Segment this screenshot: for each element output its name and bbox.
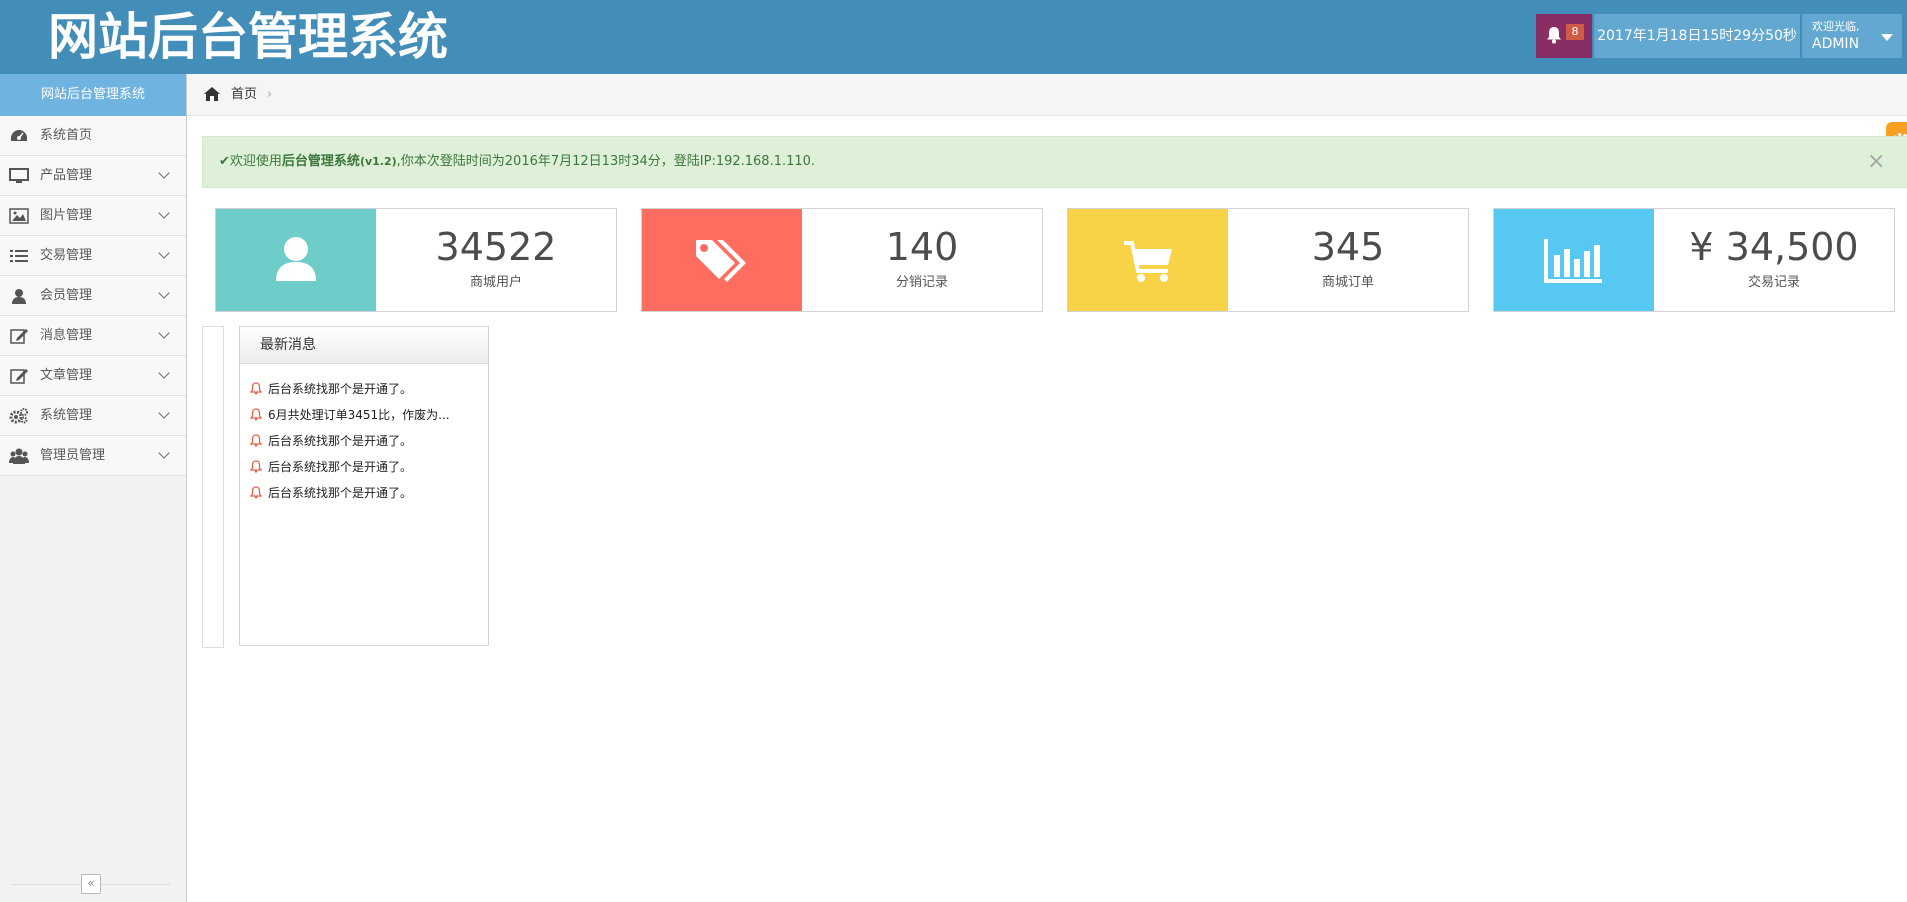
panel-title: 最新消息: [240, 327, 488, 364]
message-text: 后台系统找那个是开通了。: [268, 486, 413, 500]
tags-icon: [696, 240, 746, 282]
user-menu[interactable]: 欢迎光临, ADMIN: [1802, 14, 1902, 58]
breadcrumb-separator: ›: [267, 87, 273, 102]
sidebar-item-admins[interactable]: 管理员管理: [0, 436, 186, 476]
current-datetime: 2017年1月18日15时29分50秒: [1594, 14, 1800, 58]
sidebar-item-messages[interactable]: 消息管理: [0, 316, 186, 356]
alert-prefix: 欢迎使用: [229, 154, 282, 169]
user-icon: [12, 289, 26, 304]
user-icon: [276, 237, 316, 281]
sidebar-item-label: 会员管理: [40, 288, 93, 303]
sidebar-item-products[interactable]: 产品管理: [0, 156, 186, 196]
check-icon: ✔: [219, 154, 230, 169]
notifications-button[interactable]: 8: [1536, 14, 1592, 58]
list-icon: [10, 250, 28, 262]
group-icon: [9, 448, 29, 464]
edit-icon: [10, 329, 28, 344]
stat-icon-box: [1494, 209, 1654, 311]
stat-label: 分销记录: [895, 275, 948, 290]
sidebar-item-dashboard[interactable]: 系统首页: [0, 116, 186, 156]
site-logo[interactable]: 网站后台管理系统: [48, 6, 448, 68]
alert-message: ✔欢迎使用后台管理系统(v1.2),你本次登陆时间为2016年7月12日13时3…: [219, 137, 815, 187]
chevron-down-icon: [158, 447, 170, 459]
sidebar-item-label: 图片管理: [40, 208, 93, 223]
close-icon[interactable]: ×: [1867, 137, 1885, 187]
sidebar-item-label: 交易管理: [40, 248, 93, 263]
welcome-text: 欢迎光临,: [1812, 20, 1860, 33]
username: ADMIN: [1812, 36, 1860, 52]
stat-value: 345: [1311, 225, 1385, 269]
message-text: 6月共处理订单3451比，作废为...: [268, 408, 450, 422]
side-panel-strip: [202, 326, 224, 648]
sidebar-item-label: 管理员管理: [40, 448, 106, 463]
breadcrumb: 首页 ›: [187, 74, 1907, 116]
stat-label: 交易记录: [1747, 275, 1800, 290]
message-text: 后台系统找那个是开通了。: [268, 460, 413, 474]
message-item[interactable]: 后台系统找那个是开通了。: [250, 376, 488, 402]
cogs-icon: [9, 408, 28, 424]
caret-down-icon: [1881, 34, 1893, 41]
stat-card-orders[interactable]: 345 商城订单: [1067, 208, 1469, 312]
bell-icon: [250, 460, 262, 473]
bell-icon: [250, 486, 262, 499]
message-item[interactable]: 后台系统找那个是开通了。: [250, 428, 488, 454]
stat-label: 商城用户: [469, 275, 522, 290]
stat-card-users[interactable]: 34522 商城用户: [215, 208, 617, 312]
breadcrumb-home-link[interactable]: 首页: [231, 74, 257, 115]
welcome-alert: ✔欢迎使用后台管理系统(v1.2),你本次登陆时间为2016年7月12日13时3…: [202, 136, 1907, 188]
chevron-down-icon: [158, 167, 170, 179]
message-item[interactable]: 后台系统找那个是开通了。: [250, 480, 488, 506]
bell-icon: [250, 382, 262, 395]
chevron-down-icon: [158, 247, 170, 259]
top-navbar: 网站后台管理系统 8 2017年1月18日15时29分50秒 欢迎光临, ADM…: [0, 0, 1907, 74]
message-text: 后台系统找那个是开通了。: [268, 382, 413, 396]
sidebar-item-label: 消息管理: [40, 328, 93, 343]
sidebar-item-articles[interactable]: 文章管理: [0, 356, 186, 396]
sidebar-item-pictures[interactable]: 图片管理: [0, 196, 186, 236]
bell-icon: [1547, 27, 1561, 44]
desktop-icon: [9, 168, 29, 183]
sidebar-item-transactions[interactable]: 交易管理: [0, 236, 186, 276]
stat-card-distribution[interactable]: 140 分销记录: [641, 208, 1043, 312]
edit-icon: [10, 369, 28, 384]
chevron-down-icon: [158, 287, 170, 299]
chevron-down-icon: [158, 327, 170, 339]
sidebar-item-label: 系统管理: [40, 408, 93, 423]
bar-chart-icon: [1544, 239, 1602, 283]
stat-value: 34522: [435, 225, 557, 269]
bell-icon: [250, 408, 262, 421]
sidebar-collapse-button[interactable]: «: [81, 874, 101, 894]
shopping-cart-icon: [1124, 241, 1172, 282]
message-item[interactable]: 6月共处理订单3451比，作废为...: [250, 402, 488, 428]
sidebar-item-label: 产品管理: [40, 168, 93, 183]
stat-card-transactions[interactable]: ¥ 34,500 交易记录: [1493, 208, 1895, 312]
chevron-down-icon: [158, 367, 170, 379]
alert-version: (v1.2): [359, 155, 397, 168]
bell-icon: [250, 434, 262, 447]
notification-badge: 8: [1566, 24, 1584, 40]
latest-messages-panel: 最新消息 后台系统找那个是开通了。 6月共处理订单3451比，作废为... 后台…: [239, 326, 489, 646]
sidebar-item-system[interactable]: 系统管理: [0, 396, 186, 436]
chevron-down-icon: [158, 207, 170, 219]
stat-icon-box: [216, 209, 376, 311]
alert-system-name: 后台管理系统: [281, 154, 360, 169]
sidebar-item-label: 文章管理: [40, 368, 93, 383]
stat-value: 140: [885, 225, 959, 269]
message-list: 后台系统找那个是开通了。 6月共处理订单3451比，作废为... 后台系统找那个…: [240, 364, 488, 506]
stat-icon-box: [1068, 209, 1228, 311]
sidebar: 网站后台管理系统 系统首页 产品管理 图片管理 交易管理 会员管理 消息管理 文…: [0, 74, 187, 902]
sidebar-title: 网站后台管理系统: [0, 74, 186, 116]
sidebar-item-members[interactable]: 会员管理: [0, 276, 186, 316]
stat-value: ¥ 34,500: [1689, 225, 1859, 269]
sidebar-item-label: 系统首页: [40, 128, 93, 143]
stat-label: 商城订单: [1321, 275, 1374, 290]
alert-suffix: ,你本次登陆时间为2016年7月12日13时34分，登陆IP:192.168.1…: [396, 154, 816, 169]
stat-icon-box: [642, 209, 802, 311]
message-text: 后台系统找那个是开通了。: [268, 434, 413, 448]
picture-icon: [9, 208, 29, 224]
home-icon: [204, 87, 220, 101]
dashboard-icon: [11, 130, 27, 141]
chevron-down-icon: [158, 407, 170, 419]
message-item[interactable]: 后台系统找那个是开通了。: [250, 454, 488, 480]
